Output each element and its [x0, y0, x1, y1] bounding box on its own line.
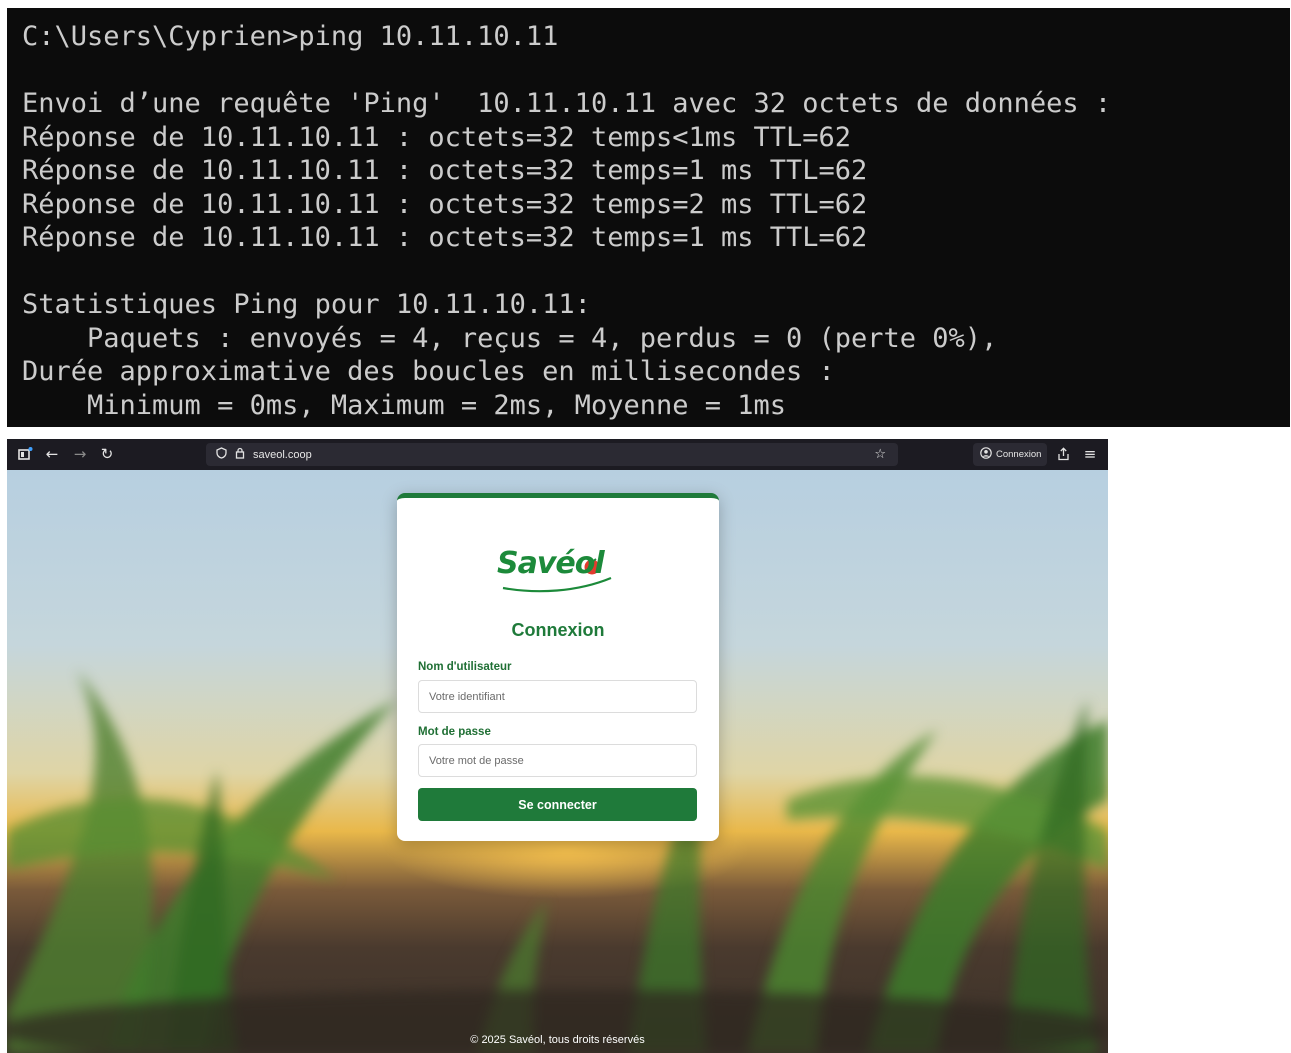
- terminal-line: Réponse de 10.11.10.11 : octets=32 temps…: [22, 155, 868, 186]
- reload-icon[interactable]: ↻: [97, 444, 117, 464]
- page-footer: © 2025 Savéol, tous droits réservés: [470, 1034, 645, 1046]
- menu-icon[interactable]: ≡: [1080, 444, 1100, 464]
- share-icon[interactable]: [1053, 444, 1073, 464]
- terminal-line: C:\Users\Cyprien>ping 10.11.10.11: [22, 21, 559, 52]
- username-input[interactable]: [418, 680, 697, 713]
- account-icon: [980, 447, 992, 462]
- terminal-line: Minimum = 0ms, Maximum = 2ms, Moyenne = …: [22, 389, 787, 421]
- account-label: Connexion: [996, 449, 1042, 460]
- terminal-line: Durée approximative des boucles en milli…: [22, 356, 835, 387]
- terminal-line: Réponse de 10.11.10.11 : octets=32 temps…: [22, 121, 852, 153]
- login-card: Savéol Connexion Nom d'utilisateur Mot d…: [397, 493, 719, 841]
- terminal-line: Réponse de 10.11.10.11 : octets=32 temps…: [22, 188, 868, 220]
- forward-icon[interactable]: →: [70, 444, 90, 464]
- tab-icon[interactable]: [15, 444, 35, 464]
- account-button[interactable]: Connexion: [973, 443, 1047, 466]
- terminal-window[interactable]: C:\Users\Cyprien>ping 10.11.10.11 Envoi …: [7, 8, 1290, 427]
- url-text[interactable]: saveol.coop: [253, 449, 312, 461]
- terminal-line: Paquets : envoyés = 4, reçus = 4, perdus…: [22, 322, 998, 354]
- login-title: Connexion: [511, 620, 605, 640]
- star-icon[interactable]: ☆: [874, 447, 886, 462]
- password-input[interactable]: [418, 744, 697, 777]
- back-icon[interactable]: ←: [42, 444, 62, 464]
- logo-text: Savéol: [497, 546, 605, 581]
- terminal-line: Envoi d’une requête 'Ping' 10.11.10.11 a…: [22, 88, 1112, 119]
- browser-toolbar: ← → ↻ saveol.coop ☆ Connexion ≡: [7, 439, 1108, 470]
- terminal-line: Réponse de 10.11.10.11 : octets=32 temps…: [22, 222, 868, 253]
- login-button[interactable]: Se connecter: [418, 788, 697, 821]
- shield-icon[interactable]: [216, 447, 227, 462]
- password-label: Mot de passe: [418, 726, 491, 738]
- browser-window: ← → ↻ saveol.coop ☆ Connexion ≡ Savéol C…: [7, 439, 1108, 1053]
- web-page: Savéol Connexion Nom d'utilisateur Mot d…: [7, 470, 1108, 1053]
- username-label: Nom d'utilisateur: [418, 661, 512, 673]
- url-bar[interactable]: saveol.coop ☆: [206, 443, 898, 466]
- lock-icon[interactable]: [235, 447, 245, 462]
- terminal-line: Statistiques Ping pour 10.11.10.11:: [22, 289, 591, 320]
- saveol-logo: Savéol: [497, 546, 617, 596]
